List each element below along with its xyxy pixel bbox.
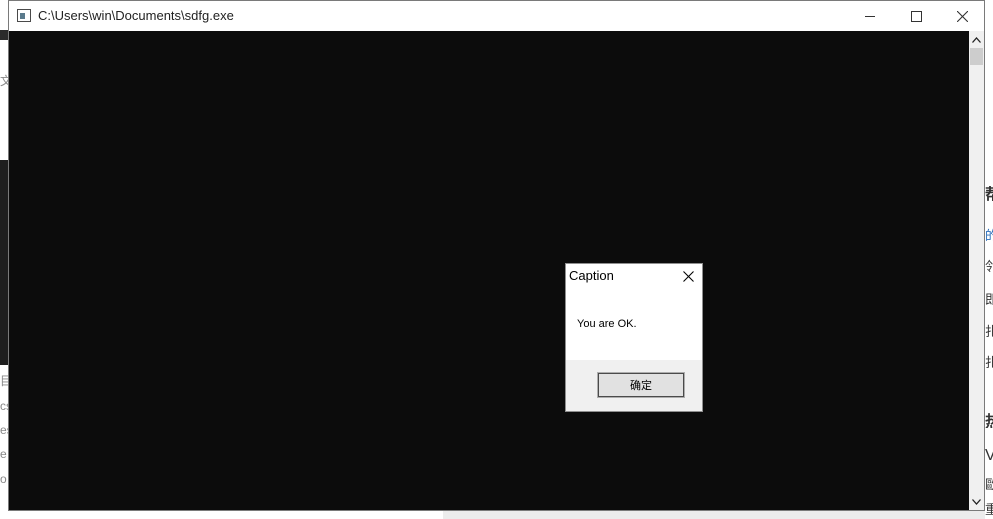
background-panel <box>443 511 985 519</box>
background-app-bottom <box>8 511 985 519</box>
close-button[interactable] <box>939 1 985 31</box>
maximize-icon <box>910 10 922 22</box>
background-text: 扎 <box>985 324 993 337</box>
background-text: cs <box>0 399 8 413</box>
background-text: o <box>0 472 7 486</box>
scroll-up-button[interactable] <box>969 31 984 48</box>
window-title: C:\Users\win\Documents\sdfg.exe <box>38 8 234 23</box>
ok-button[interactable]: 确定 <box>597 372 685 398</box>
background-app-right: 帮 的 邻 即 扎 扎 热 V 歐 重 <box>985 0 993 519</box>
background-text: 文 <box>0 74 8 88</box>
background-text: 邻 <box>985 259 993 272</box>
maximize-button[interactable] <box>893 1 939 31</box>
scroll-thumb[interactable] <box>970 48 983 65</box>
background-text: 热 <box>985 408 993 428</box>
dialog-message: You are OK. <box>577 318 637 330</box>
background-text: 帮 <box>985 181 993 201</box>
minimize-button[interactable] <box>847 1 893 31</box>
scroll-down-button[interactable] <box>969 493 984 510</box>
background-text: 重 <box>985 502 993 515</box>
chevron-up-icon <box>972 36 981 43</box>
background-text: es <box>0 423 8 437</box>
background-dark-panel <box>0 160 8 365</box>
message-box-dialog: Caption You are OK. 确定 <box>565 263 703 412</box>
background-text: 歐 <box>985 477 993 490</box>
background-strip <box>0 30 8 40</box>
background-text: V <box>985 447 993 464</box>
background-text: 即 <box>985 292 993 305</box>
background-text: e <box>0 447 7 461</box>
dialog-button-area: 确定 <box>566 360 702 411</box>
background-text: 的 <box>985 228 993 241</box>
minimize-icon <box>865 16 875 17</box>
dialog-caption: Caption <box>569 268 614 283</box>
background-text: 目 <box>0 374 8 388</box>
background-text: 扎 <box>985 355 993 368</box>
console-output-area[interactable] <box>9 31 969 510</box>
console-app-icon[interactable] <box>17 9 31 22</box>
close-icon <box>956 10 968 22</box>
chevron-down-icon <box>972 498 981 505</box>
console-window: C:\Users\win\Documents\sdfg.exe <box>8 0 985 511</box>
title-bar[interactable]: C:\Users\win\Documents\sdfg.exe <box>9 1 984 31</box>
dialog-close-button[interactable] <box>678 266 698 286</box>
close-icon <box>682 270 694 282</box>
vertical-scrollbar[interactable] <box>969 31 984 510</box>
background-app-left: 文 目 cs es e o <box>0 0 8 519</box>
